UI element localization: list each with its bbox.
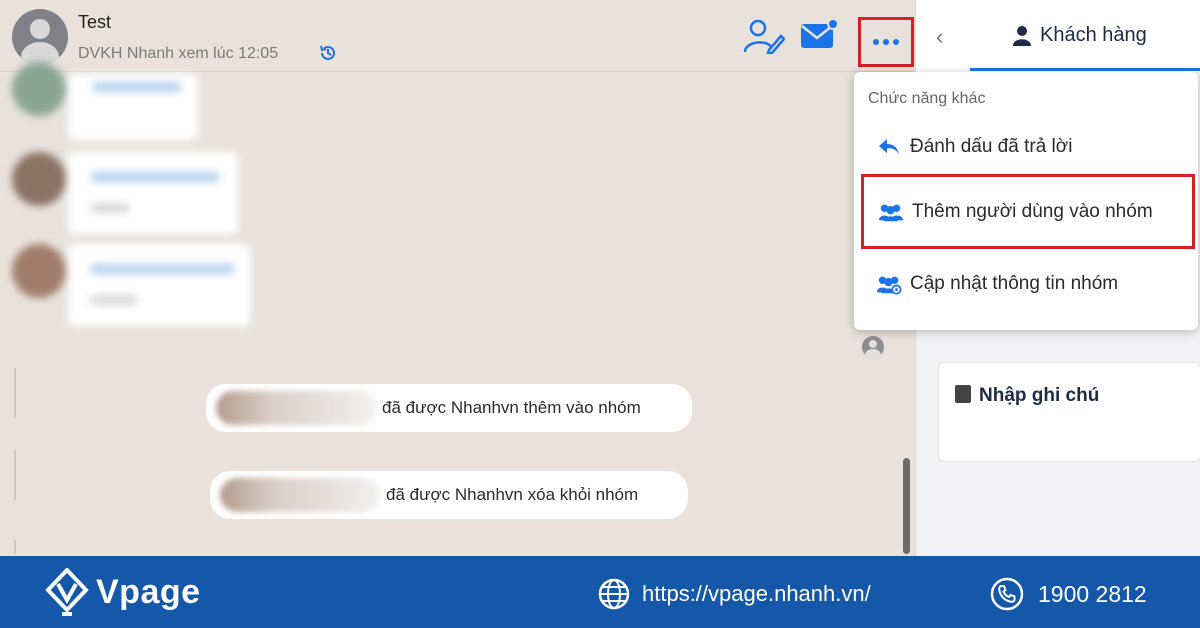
note-placeholder: Nhập ghi chú	[979, 385, 1100, 406]
website-url: https://vpage.nhanh.vn/	[642, 581, 871, 606]
note-icon	[955, 385, 971, 403]
more-icon	[873, 39, 879, 45]
brand-name: Vpage	[96, 572, 201, 611]
system-message-removed: đã được Nhanhvn xóa khỏi nhóm	[210, 471, 688, 519]
chat-title: Test	[78, 12, 112, 32]
footer-banner: Vpage https://vpage.nhanh.vn/ 1900 2812	[0, 556, 1200, 628]
more-options-menu: Chức năng khác Đánh dấu đã trả lời Thêm …	[854, 72, 1198, 330]
tab-customer-label: Khách hàng	[1040, 24, 1147, 46]
chat-area: Test DVKH Nhanh xem lúc 12:05 đã được Nh…	[0, 0, 915, 556]
blurred-username	[216, 391, 376, 425]
vpage-logo-icon	[45, 568, 89, 616]
mail-icon[interactable]	[800, 18, 838, 50]
tab-active-indicator	[970, 68, 1200, 71]
menu-item-label: Thêm người dùng vào nhóm	[912, 200, 1153, 222]
group-avatar[interactable]	[12, 9, 68, 65]
menu-item-mark-replied[interactable]: Đánh dấu đã trả lời	[854, 122, 1198, 172]
blurred-username	[220, 478, 380, 512]
chat-scrollbar[interactable]	[903, 458, 910, 554]
hotline[interactable]: 1900 2812	[990, 577, 1147, 611]
phone-icon	[990, 577, 1024, 611]
globe-icon	[598, 578, 630, 610]
note-input[interactable]: Nhập ghi chú	[938, 362, 1200, 462]
website-link[interactable]: https://vpage.nhanh.vn/	[598, 578, 871, 610]
history-icon[interactable]	[318, 43, 338, 63]
menu-item-add-user-to-group[interactable]: Thêm người dùng vào nhóm	[861, 174, 1195, 249]
menu-item-update-group-info[interactable]: Cập nhật thông tin nhóm	[854, 259, 1198, 309]
menu-item-label: Cập nhật thông tin nhóm	[910, 273, 1119, 294]
system-message-text: đã được Nhanhvn thêm vào nhóm	[382, 398, 641, 417]
more-options-button[interactable]	[858, 17, 914, 67]
menu-item-label: Đánh dấu đã trả lời	[910, 136, 1073, 157]
users-settings-icon	[876, 273, 902, 295]
reader-avatar	[862, 336, 884, 358]
chevron-left-icon[interactable]: ‹	[936, 24, 943, 50]
chat-header: Test DVKH Nhanh xem lúc 12:05	[0, 0, 915, 72]
users-add-icon	[878, 201, 904, 223]
user-icon	[1013, 25, 1031, 46]
brand-logo: Vpage	[44, 568, 201, 616]
system-message-text: đã được Nhanhvn xóa khỏi nhóm	[386, 485, 639, 504]
chat-seen-status: DVKH Nhanh xem lúc 12:05	[78, 45, 279, 62]
edit-user-icon[interactable]	[743, 18, 785, 54]
reply-icon	[876, 136, 902, 158]
menu-heading: Chức năng khác	[868, 90, 986, 107]
system-message-added: đã được Nhanhvn thêm vào nhóm	[206, 384, 692, 432]
panel-header: ‹ Khách hàng	[916, 0, 1200, 72]
hotline-number: 1900 2812	[1038, 580, 1147, 607]
tab-customer[interactable]: Khách hàng	[1012, 24, 1147, 47]
